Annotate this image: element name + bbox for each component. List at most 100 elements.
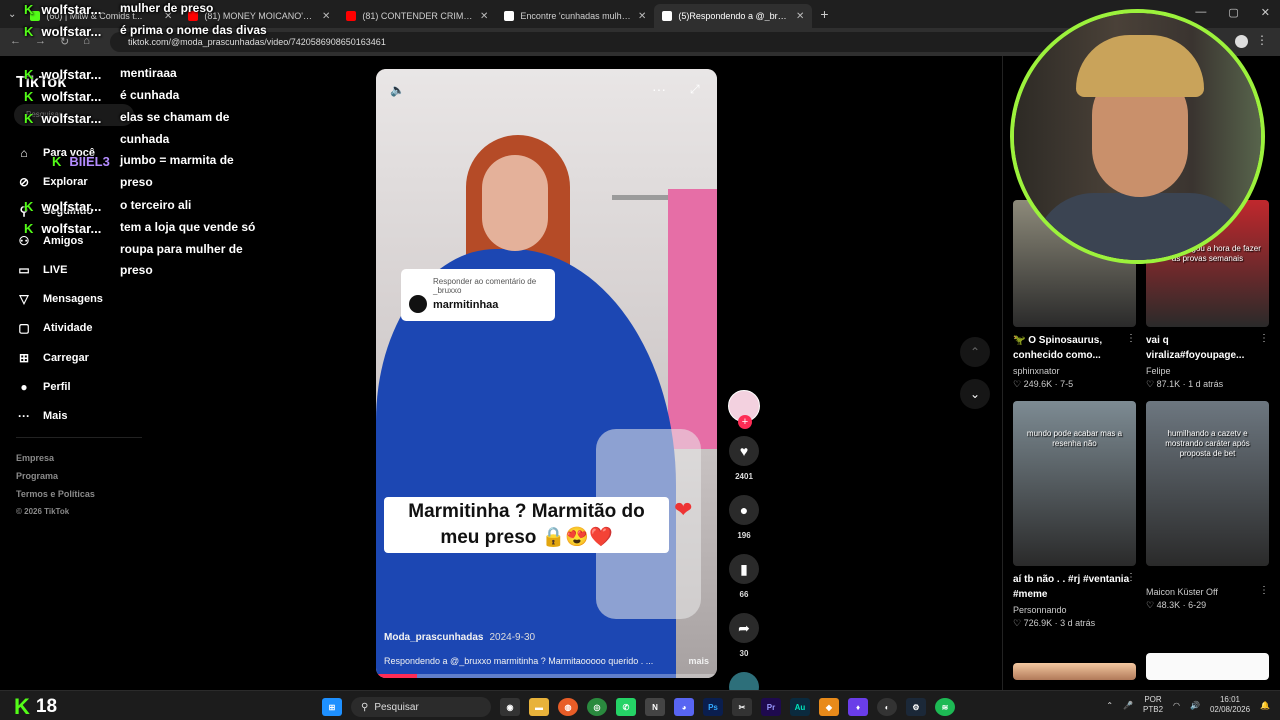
related-video-title[interactable]: aí tb não . . #rj #ventania #meme <box>1013 572 1133 602</box>
card-more-icon[interactable]: ⋮ <box>1259 333 1269 344</box>
tab-close-icon[interactable]: ✕ <box>480 11 488 22</box>
bookmark-icon[interactable]: ▮ <box>729 554 759 584</box>
sidebar-item-para-voc-[interactable]: ⌂ Para você <box>16 138 103 167</box>
firefox-icon[interactable]: ◍ <box>558 698 578 716</box>
shield-icon[interactable]: ◆ <box>819 698 839 716</box>
taskbar-search[interactable]: ⚲ Pesquisar <box>351 697 491 717</box>
video-player[interactable]: 🔈 ··· ⤢ Responder ao comentário de _brux… <box>376 69 717 678</box>
save-action[interactable]: ▮ 66 <box>728 554 760 599</box>
sidebar-item-perfil[interactable]: ● Perfil <box>16 372 103 401</box>
prev-video-button[interactable]: ⌃ <box>960 337 990 367</box>
tab-search-icon[interactable]: ⌄ <box>8 9 16 20</box>
sidebar-item-amigos[interactable]: ⚇ Amigos <box>16 226 103 255</box>
forward-icon[interactable]: → <box>35 35 46 48</box>
sidebar-item-mensagens[interactable]: ▽ Mensagens <box>16 284 103 313</box>
related-video-thumb[interactable] <box>1146 653 1269 680</box>
comment-icon[interactable]: ● <box>729 495 759 525</box>
new-tab-button[interactable]: + <box>820 6 828 22</box>
fullscreen-icon[interactable]: ⤢ <box>690 82 700 97</box>
sidebar-item-live[interactable]: ▭ LIVE <box>16 255 103 284</box>
chrome-icon[interactable]: ◎ <box>587 698 607 716</box>
mic-icon[interactable]: 🎤 <box>1123 701 1133 710</box>
video-author-line: Moda_prascunhadas 2024-9-30 <box>384 632 535 643</box>
sidebar-item-explorar[interactable]: ⊘ Explorar <box>16 167 103 196</box>
tab-close-icon[interactable]: ✕ <box>796 11 804 22</box>
card-more-icon[interactable]: ⋮ <box>1126 333 1136 344</box>
related-video-author[interactable]: Maicon Küster Off <box>1146 587 1218 597</box>
tiktok-logo[interactable]: TikTok <box>16 74 66 92</box>
photoshop-icon[interactable]: Ps <box>703 698 723 716</box>
volume-tray-icon[interactable]: 🔊 <box>1190 701 1200 710</box>
related-video-thumb[interactable] <box>1013 663 1136 680</box>
reload-icon[interactable]: ↻ <box>60 35 69 48</box>
home-browser-icon[interactable]: ⌂ <box>83 35 90 48</box>
related-video-title[interactable]: vai q viraliza#foyoupage... <box>1146 333 1266 363</box>
steam-icon[interactable]: ⚙ <box>906 698 926 716</box>
browser-tab[interactable]: (60) | Mitw & Comids t... ✕ <box>22 4 180 28</box>
like-action[interactable]: ♥ 2401 <box>728 436 760 481</box>
audition-icon[interactable]: Au <box>790 698 810 716</box>
card-more-icon[interactable]: ⋮ <box>1126 572 1136 583</box>
tab-favicon-icon <box>662 11 673 21</box>
related-video-title[interactable]: 🦖 O Spinosaurus, conhecido como... <box>1013 333 1133 363</box>
premiere-icon[interactable]: Pr <box>761 698 781 716</box>
keyboard-layout[interactable]: POR PTB2 <box>1143 695 1163 715</box>
related-video-author[interactable]: sphinxnator <box>1013 366 1060 376</box>
creator-avatar[interactable]: + <box>728 390 760 429</box>
windows-start-icon[interactable]: ⊞ <box>322 698 342 716</box>
footer-link-termos[interactable]: Termos e Políticas <box>16 485 95 503</box>
spotify-icon[interactable]: ≋ <box>935 698 955 716</box>
notification-bell-icon[interactable]: 🔔 <box>1260 701 1270 710</box>
whatsapp-icon[interactable]: ✆ <box>616 698 636 716</box>
card-more-icon[interactable]: ⋮ <box>1259 585 1269 596</box>
related-video-author[interactable]: Personnando <box>1013 605 1067 615</box>
video-date: 2024-9-30 <box>489 632 536 643</box>
browser-tab[interactable]: (81) CONTENDER CRIMES: LUC ✕ <box>338 4 496 28</box>
next-video-button[interactable]: ⌄ <box>960 379 990 409</box>
maps-icon[interactable]: ◉ <box>500 698 520 716</box>
sidebar-item-label: Carregar <box>43 351 89 364</box>
volume-icon[interactable]: 🔈 <box>390 83 405 97</box>
capcut-icon[interactable]: ✂ <box>732 698 752 716</box>
related-video-thumb[interactable]: mundo pode acabar mas a resenha não <box>1013 401 1136 566</box>
obs-icon[interactable]: ◐ <box>877 698 897 716</box>
back-icon[interactable]: ← <box>10 35 21 48</box>
video-progress-bar[interactable] <box>376 674 717 678</box>
crystal-icon[interactable]: ♦ <box>848 698 868 716</box>
heart-outline-icon: ♡ <box>1146 600 1155 610</box>
sidebar-item-carregar[interactable]: ⊞ Carregar <box>16 343 103 372</box>
footer-link-programa[interactable]: Programa <box>16 467 95 485</box>
close-window-icon[interactable]: ✕ <box>1261 6 1270 19</box>
footer-link-empresa[interactable]: Empresa <box>16 449 95 467</box>
reply-label: Responder ao comentário de _bruxxo <box>433 277 537 295</box>
comment-action[interactable]: ● 196 <box>728 495 760 540</box>
tiktok-search-input[interactable]: Pesquisar <box>14 104 134 126</box>
share-icon[interactable]: ➦ <box>729 613 759 643</box>
more-link[interactable]: mais <box>688 656 709 666</box>
follow-plus-icon[interactable]: + <box>738 415 752 429</box>
tray-chevron-icon[interactable]: ⌃ <box>1106 701 1113 710</box>
video-author[interactable]: Moda_prascunhadas <box>384 632 483 643</box>
tab-close-icon[interactable]: ✕ <box>638 11 646 22</box>
wifi-icon[interactable]: ◠ <box>1173 701 1180 710</box>
file-explorer-icon[interactable]: ▬ <box>529 698 549 716</box>
sidebar-item-seguindo[interactable]: ⚲ Seguindo <box>16 197 103 226</box>
related-video-author[interactable]: Felipe <box>1146 366 1171 376</box>
notion-icon[interactable]: N <box>645 698 665 716</box>
tab-close-icon[interactable]: ✕ <box>322 11 330 22</box>
sidebar-item-atividade[interactable]: ▢ Atividade <box>16 314 103 343</box>
curtain <box>668 189 717 449</box>
view-count: 726.9K <box>1023 618 1053 628</box>
video-more-icon[interactable]: ··· <box>652 81 666 97</box>
tab-close-icon[interactable]: ✕ <box>164 11 172 22</box>
sidebar-item-mais[interactable]: ··· Mais <box>16 402 103 431</box>
heart-icon[interactable]: ♥ <box>729 436 759 466</box>
discord-icon[interactable]: ◕ <box>674 698 694 716</box>
browser-tab[interactable]: (5)Respondendo a @_bruxx ✕ <box>654 4 813 28</box>
view-count: 249.6K <box>1023 379 1053 389</box>
clock[interactable]: 16:01 02/08/2026 <box>1210 695 1250 715</box>
share-action[interactable]: ➦ 30 <box>728 613 760 658</box>
browser-tab[interactable]: (81) MONEY MOICANO'S CONT ✕ <box>180 4 338 28</box>
related-video-thumb[interactable]: humilhando a cazetv e mostrando caráter … <box>1146 401 1269 566</box>
browser-tab[interactable]: Encontre 'cunhadas mulher de p ✕ <box>496 4 654 28</box>
